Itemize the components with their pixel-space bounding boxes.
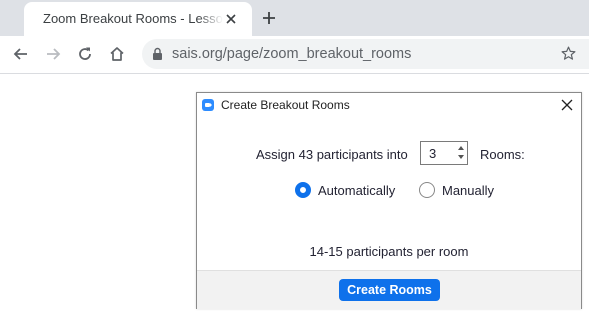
manually-radio[interactable] xyxy=(419,182,435,198)
room-count-value[interactable]: 3 xyxy=(429,146,436,161)
rooms-label: Rooms: xyxy=(480,147,525,162)
stepper-up-icon[interactable] xyxy=(458,146,464,150)
address-bar[interactable]: sais.org/page/zoom_breakout_rooms xyxy=(142,39,589,69)
automatically-radio[interactable] xyxy=(295,182,311,198)
dialog-close-icon[interactable] xyxy=(561,99,573,111)
reload-icon[interactable] xyxy=(76,45,94,63)
browser-tab[interactable]: Zoom Breakout Rooms - Lessons xyxy=(24,2,252,36)
home-icon[interactable] xyxy=(108,45,126,63)
participants-per-room-text: 14-15 participants per room xyxy=(309,244,469,259)
assign-participants-label: Assign 43 participants into xyxy=(256,147,408,162)
create-breakout-rooms-dialog: Create Breakout Rooms Assign 43 particip… xyxy=(196,92,582,309)
manually-label[interactable]: Manually xyxy=(442,183,494,198)
zoom-logo-icon xyxy=(202,99,214,111)
automatically-label[interactable]: Automatically xyxy=(318,183,395,198)
tab-title: Zoom Breakout Rooms - Lessons xyxy=(43,11,223,26)
tab-close-icon[interactable] xyxy=(225,13,237,25)
bookmark-star-icon[interactable] xyxy=(560,45,577,62)
new-tab-plus-icon[interactable] xyxy=(261,10,277,26)
stepper-down-icon[interactable] xyxy=(458,155,464,159)
url-text: sais.org/page/zoom_breakout_rooms xyxy=(172,46,412,62)
browser-toolbar: sais.org/page/zoom_breakout_rooms xyxy=(0,36,589,74)
dialog-title: Create Breakout Rooms xyxy=(221,98,350,112)
create-rooms-button[interactable]: Create Rooms xyxy=(339,279,440,301)
tab-strip: Zoom Breakout Rooms - Lessons xyxy=(0,0,589,36)
back-arrow-icon[interactable] xyxy=(12,45,30,63)
lock-icon[interactable] xyxy=(152,47,163,61)
forward-arrow-icon[interactable] xyxy=(44,45,62,63)
dialog-footer: Create Rooms xyxy=(197,270,581,309)
room-count-stepper[interactable]: 3 xyxy=(420,141,468,165)
dialog-titlebar: Create Breakout Rooms xyxy=(197,93,581,117)
